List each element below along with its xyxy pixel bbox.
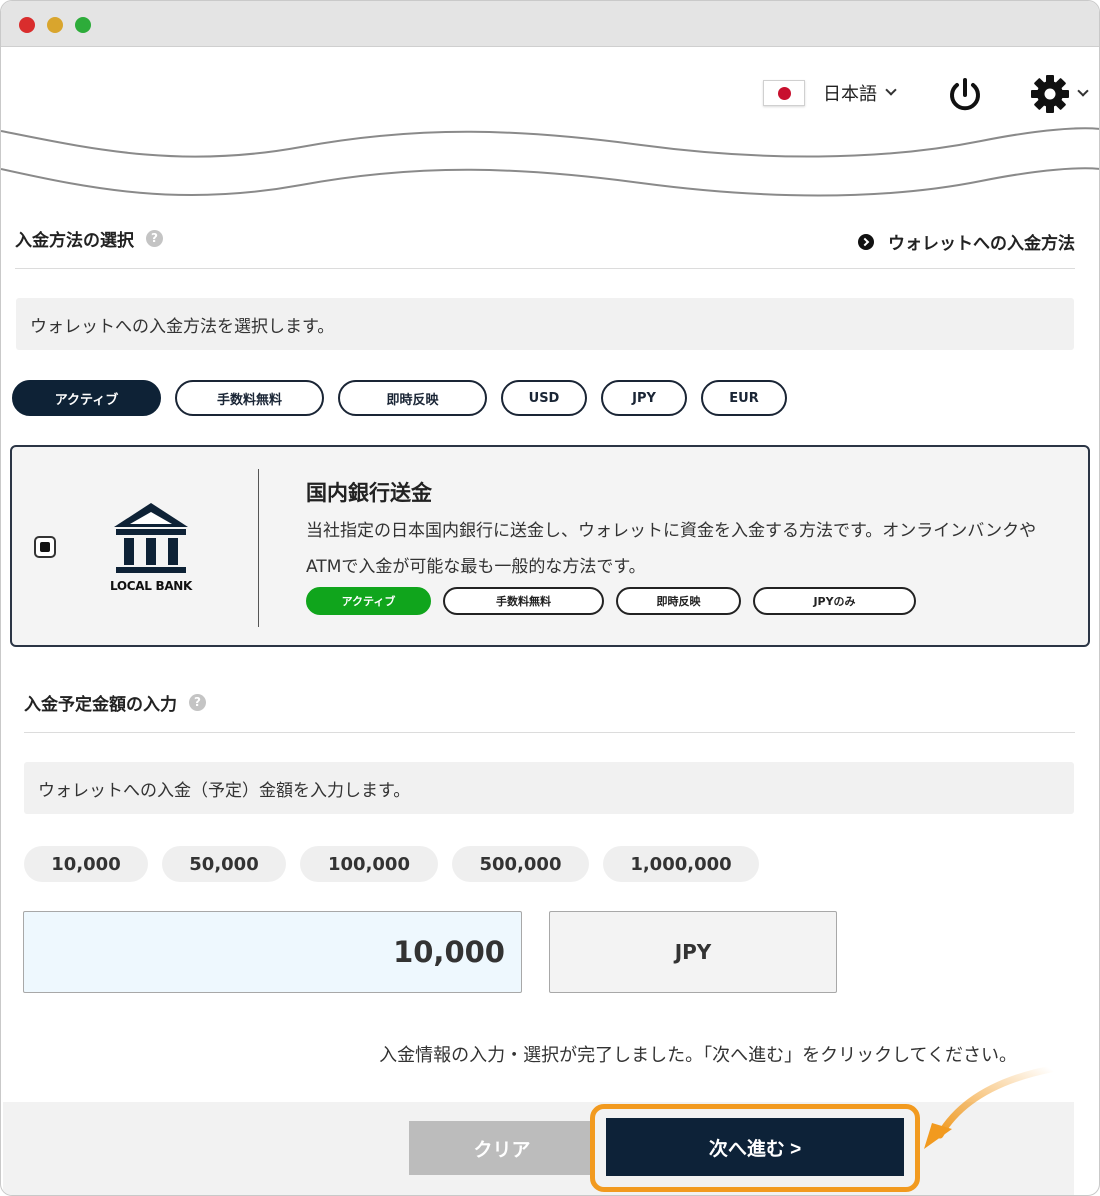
method-section-title: 入金方法の選択 — [15, 231, 134, 251]
filter-no-fee[interactable]: 手数料無料 — [175, 380, 324, 416]
browser-window: 日本語 入金方法の選択 ? ウォレットへの入金方法 ウォレットへの入金方法を選択… — [0, 0, 1100, 1196]
filter-eur[interactable]: EUR — [701, 380, 787, 416]
amount-preset-bar: 10,000 50,000 100,000 500,000 1,000,000 — [24, 846, 773, 882]
next-button[interactable]: 次へ進む > — [606, 1118, 904, 1176]
bank-icon — [114, 503, 188, 573]
method-radio[interactable] — [34, 536, 56, 558]
method-desc-line-2: ATMで入金が可能な最も一般的な方法です。 — [306, 557, 646, 577]
deposit-guide-link-label: ウォレットへの入金方法 — [888, 234, 1075, 254]
power-icon[interactable] — [945, 75, 985, 115]
filter-jpy[interactable]: JPY — [601, 380, 687, 416]
gear-icon[interactable] — [1029, 73, 1071, 115]
filter-active[interactable]: アクティブ — [12, 380, 161, 416]
method-title: 国内銀行送金 — [306, 481, 432, 505]
tag-no-fee: 手数料無料 — [443, 587, 604, 615]
chevron-down-icon — [885, 84, 897, 96]
bank-logo-text: LOCAL BANK — [109, 579, 193, 593]
pointer-arrow-icon — [924, 1065, 1055, 1149]
amount-section-header: 入金予定金額の入力 ? — [24, 673, 1075, 733]
help-icon[interactable]: ? — [189, 694, 206, 711]
preset-100000[interactable]: 100,000 — [300, 846, 438, 882]
preset-50000[interactable]: 50,000 — [162, 846, 286, 882]
filter-instant[interactable]: 即時反映 — [338, 380, 487, 416]
preset-1000000[interactable]: 1,000,000 — [603, 846, 759, 882]
tag-jpy-only: JPYのみ — [753, 587, 916, 615]
close-window-icon[interactable] — [19, 17, 35, 33]
deposit-guide-link[interactable]: ウォレットへの入金方法 — [858, 229, 1075, 254]
preset-500000[interactable]: 500,000 — [452, 846, 589, 882]
method-filter-bar: アクティブ 手数料無料 即時反映 USD JPY EUR — [12, 380, 801, 416]
completion-notice: 入金情報の入力・選択が完了しました。「次へ進む」をクリックしてください。 — [379, 1045, 1017, 1066]
maximize-window-icon[interactable] — [75, 17, 91, 33]
method-desc-line-1: 当社指定の日本国内銀行に送金し、ウォレットに資金を入金する方法です。オンラインバ… — [306, 521, 1037, 541]
language-label: 日本語 — [823, 84, 877, 105]
method-section-header: 入金方法の選択 ? ウォレットへの入金方法 — [15, 209, 1075, 269]
japan-flag-icon — [763, 80, 805, 106]
torn-edge-divider — [1, 127, 1099, 197]
language-selector[interactable]: 日本語 — [763, 79, 897, 107]
method-description: ウォレットへの入金方法を選択します。 — [16, 298, 1074, 350]
tag-instant: 即時反映 — [616, 587, 741, 615]
method-card-local-bank[interactable]: LOCAL BANK 国内銀行送金 当社指定の日本国内銀行に送金し、ウォレットに… — [10, 445, 1090, 647]
amount-section-title: 入金予定金額の入力 — [24, 695, 177, 715]
minimize-window-icon[interactable] — [47, 17, 63, 33]
filter-usd[interactable]: USD — [501, 380, 587, 416]
tag-active: アクティブ — [306, 587, 431, 615]
amount-input[interactable] — [23, 911, 522, 993]
circle-chevron-right-icon — [858, 233, 874, 250]
method-tags: アクティブ 手数料無料 即時反映 JPYのみ — [306, 587, 928, 615]
window-titlebar — [1, 1, 1099, 47]
clear-button[interactable]: クリア — [409, 1121, 595, 1175]
method-description-text: 当社指定の日本国内銀行に送金し、ウォレットに資金を入金する方法です。オンラインバ… — [306, 513, 1086, 585]
preset-10000[interactable]: 10,000 — [24, 846, 148, 882]
amount-description: ウォレットへの入金（予定）金額を入力します。 — [24, 762, 1074, 814]
card-divider — [258, 469, 259, 627]
help-icon[interactable]: ? — [146, 230, 163, 247]
currency-display: JPY — [549, 911, 837, 993]
